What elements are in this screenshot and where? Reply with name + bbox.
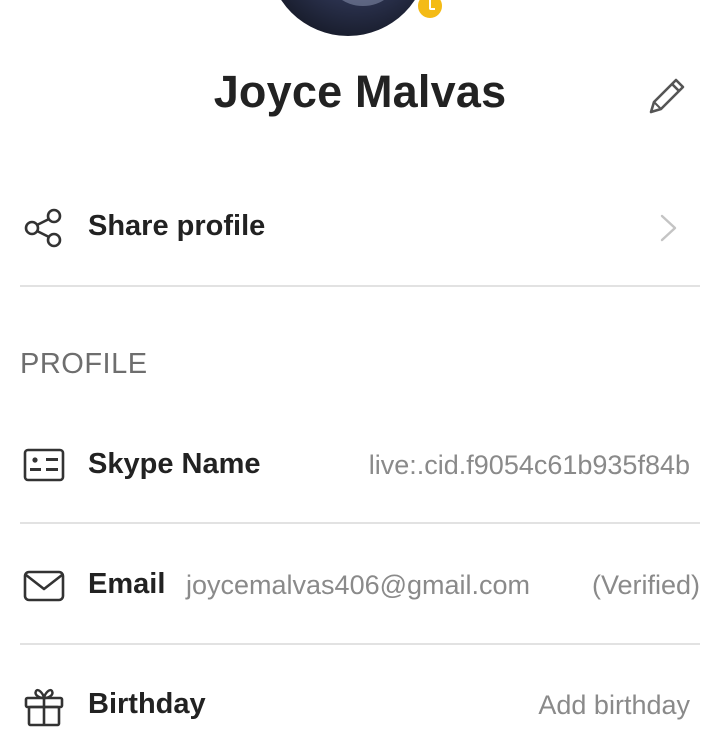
email-label: Email <box>88 568 166 600</box>
section-title-profile: PROFILE <box>20 348 148 380</box>
presence-badge <box>415 0 445 21</box>
email-verified-status: (Verified) <box>591 570 700 600</box>
share-profile-label: Share profile <box>88 210 266 242</box>
share-profile-row[interactable]: Share profile <box>20 192 700 266</box>
skype-name-value: live:.cid.f9054c61b935f84b <box>368 450 690 480</box>
birthday-row[interactable]: Birthday Add birthday <box>20 670 700 744</box>
pencil-icon <box>649 78 685 114</box>
add-birthday-link[interactable]: Add birthday <box>538 690 690 721</box>
profile-name: Joyce Malvas <box>213 66 507 117</box>
id-card-icon <box>23 448 65 482</box>
birthday-label: Birthday <box>88 688 206 720</box>
avatar[interactable] <box>268 0 428 36</box>
chevron-right-icon <box>660 214 677 242</box>
edit-profile-button[interactable] <box>645 72 691 118</box>
divider <box>20 285 700 287</box>
email-value: joycemalvas406@gmail.com <box>186 570 531 600</box>
envelope-icon <box>23 570 65 602</box>
gift-icon <box>24 688 64 727</box>
skype-name-label: Skype Name <box>88 448 261 480</box>
email-row[interactable]: Email joycemalvas406@gmail.com (Verified… <box>20 548 700 622</box>
divider <box>20 522 700 524</box>
skype-name-row[interactable]: Skype Name live:.cid.f9054c61b935f84b <box>20 430 700 504</box>
divider <box>20 643 700 645</box>
share-icon <box>24 208 62 248</box>
